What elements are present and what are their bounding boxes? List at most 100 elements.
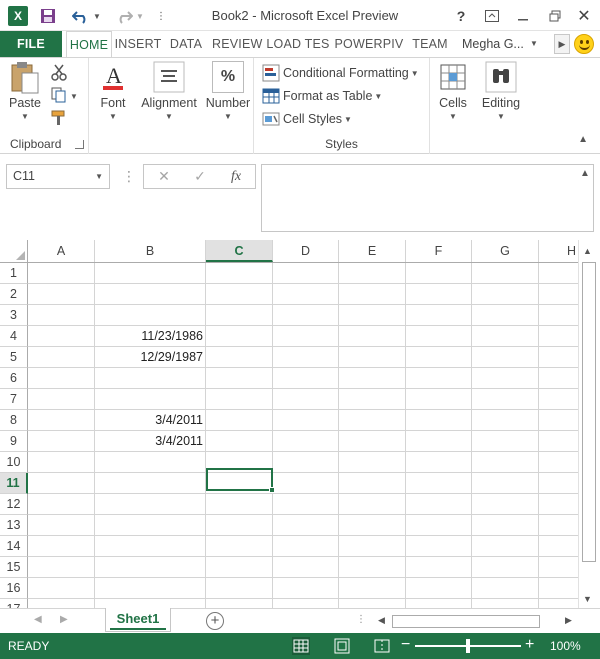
vertical-scroll-thumb[interactable] — [582, 262, 596, 562]
enter-checkmark-icon[interactable]: ✓ — [186, 165, 214, 188]
alignment-button[interactable]: Alignment ▼ — [138, 61, 200, 121]
fill-handle[interactable] — [269, 487, 275, 493]
row-header-10[interactable]: 10 — [0, 452, 28, 473]
row-header-11[interactable]: 11 — [0, 473, 28, 494]
zoom-in-icon[interactable]: + — [525, 636, 534, 654]
row-header-9[interactable]: 9 — [0, 431, 28, 452]
column-header-e[interactable]: E — [339, 240, 406, 262]
column-header-d[interactable]: D — [273, 240, 339, 262]
row-header-12[interactable]: 12 — [0, 494, 28, 515]
worksheet-grid[interactable]: A B C D E F G H 11/23/1986 12/29/1987 3/… — [0, 240, 578, 608]
row-header-4[interactable]: 4 — [0, 326, 28, 347]
formula-bar-grip-icon[interactable]: ⋮ — [122, 168, 136, 185]
font-button[interactable]: A Font ▼ — [93, 61, 133, 121]
column-header-f[interactable]: F — [406, 240, 472, 262]
row-header-15[interactable]: 15 — [0, 557, 28, 578]
row-header-17[interactable]: 17 — [0, 599, 28, 608]
tab-power-pivot[interactable]: POWERPIV — [334, 31, 404, 57]
conditional-formatting-button[interactable]: Conditional Formatting ▼ — [262, 62, 419, 84]
clipboard-dialog-launcher-icon[interactable] — [75, 140, 84, 149]
undo-icon[interactable] — [70, 6, 92, 26]
minimize-icon[interactable] — [514, 6, 532, 26]
collapse-formula-bar-icon[interactable]: ▲ — [580, 168, 594, 179]
vertical-scrollbar[interactable]: ▲ ▼ — [578, 240, 600, 608]
row-header-5[interactable]: 5 — [0, 347, 28, 368]
tab-data[interactable]: DATA — [164, 31, 208, 57]
name-box[interactable]: C11 ▼ — [6, 164, 110, 189]
cell-b4[interactable]: 11/23/1986 — [95, 326, 206, 346]
undo-dropdown-icon[interactable]: ▼ — [92, 6, 102, 26]
scroll-up-icon[interactable]: ▲ — [583, 246, 592, 256]
redo-icon[interactable] — [113, 6, 135, 26]
copy-button[interactable]: ▼ — [50, 85, 78, 107]
column-header-a[interactable]: A — [28, 240, 95, 262]
column-header-b[interactable]: B — [95, 240, 206, 262]
scroll-down-icon[interactable]: ▼ — [583, 594, 592, 604]
new-sheet-button[interactable]: + — [206, 612, 224, 630]
cut-button[interactable] — [50, 62, 68, 84]
select-all-button[interactable] — [0, 240, 28, 262]
insert-function-icon[interactable]: fx — [222, 165, 250, 188]
page-break-preview-icon[interactable] — [373, 637, 391, 655]
row-header-16[interactable]: 16 — [0, 578, 28, 599]
column-header-c[interactable]: C — [206, 240, 273, 262]
tab-review[interactable]: REVIEW — [212, 31, 262, 57]
scroll-left-icon[interactable]: ◀ — [378, 615, 385, 626]
tab-load-test[interactable]: LOAD TES — [265, 31, 331, 57]
row-header-13[interactable]: 13 — [0, 515, 28, 536]
row-header-1[interactable]: 1 — [0, 263, 28, 284]
tab-split-handle-icon[interactable]: ⋮ — [356, 614, 366, 625]
excel-app-icon[interactable]: X — [8, 6, 28, 26]
active-cell-c11[interactable] — [206, 468, 275, 493]
cell-b9[interactable]: 3/4/2011 — [95, 431, 206, 451]
normal-view-icon[interactable] — [292, 637, 310, 655]
redo-dropdown-icon[interactable]: ▼ — [135, 6, 145, 26]
editing-button[interactable]: Editing ▼ — [478, 61, 524, 121]
copy-dropdown-icon[interactable]: ▼ — [70, 92, 78, 101]
zoom-level[interactable]: 100% — [550, 639, 581, 653]
cell-styles-button[interactable]: Cell Styles ▼ — [262, 108, 352, 130]
help-button[interactable]: ? — [452, 6, 470, 26]
tab-insert[interactable]: INSERT — [114, 31, 162, 57]
send-feedback-smiley-icon[interactable] — [574, 34, 594, 54]
zoom-slider-thumb[interactable] — [466, 639, 470, 653]
row-header-7[interactable]: 7 — [0, 389, 28, 410]
save-icon[interactable] — [38, 6, 58, 26]
column-header-h[interactable]: H — [539, 240, 578, 262]
collapse-ribbon-icon[interactable]: ▲ — [578, 134, 588, 145]
cell-b5[interactable]: 12/29/1987 — [95, 347, 206, 367]
restore-icon[interactable] — [546, 6, 564, 26]
user-account-name[interactable]: Megha G... — [462, 31, 530, 57]
page-layout-view-icon[interactable] — [333, 637, 351, 655]
cell-b8[interactable]: 3/4/2011 — [95, 410, 206, 430]
format-painter-button[interactable] — [50, 108, 68, 130]
user-dropdown-icon[interactable]: ▼ — [530, 39, 538, 48]
tab-team[interactable]: TEAM — [407, 31, 453, 57]
customize-quick-access-icon[interactable]: ⋮ — [154, 6, 168, 26]
tab-home[interactable]: HOME — [66, 31, 112, 58]
paste-button[interactable]: Paste ▼ — [6, 61, 44, 121]
close-icon[interactable]: ✕ — [575, 6, 593, 26]
sheet-tab-sheet1[interactable]: Sheet1 — [105, 608, 171, 632]
horizontal-scroll-thumb[interactable] — [392, 615, 540, 628]
next-sheet-icon[interactable]: ▶ — [60, 614, 68, 625]
row-header-14[interactable]: 14 — [0, 536, 28, 557]
zoom-out-icon[interactable]: − — [401, 636, 410, 654]
row-header-8[interactable]: 8 — [0, 410, 28, 431]
number-button[interactable]: % Number ▼ — [203, 61, 253, 121]
name-box-dropdown-icon[interactable]: ▼ — [95, 165, 103, 188]
column-header-g[interactable]: G — [472, 240, 539, 262]
format-as-table-button[interactable]: Format as Table ▼ — [262, 85, 382, 107]
formula-input[interactable] — [261, 164, 594, 232]
row-header-3[interactable]: 3 — [0, 305, 28, 326]
scroll-right-icon[interactable]: ▶ — [565, 615, 572, 626]
cancel-entry-icon[interactable]: ✕ — [150, 165, 178, 188]
tab-file[interactable]: FILE — [0, 31, 62, 57]
zoom-slider[interactable] — [415, 639, 521, 653]
ribbon-display-options-icon[interactable] — [483, 6, 501, 26]
previous-sheet-icon[interactable]: ◀ — [34, 614, 42, 625]
paste-dropdown-icon[interactable]: ▼ — [6, 112, 44, 121]
tabs-scroll-right-icon[interactable]: ▶ — [554, 34, 570, 54]
row-header-2[interactable]: 2 — [0, 284, 28, 305]
row-header-6[interactable]: 6 — [0, 368, 28, 389]
